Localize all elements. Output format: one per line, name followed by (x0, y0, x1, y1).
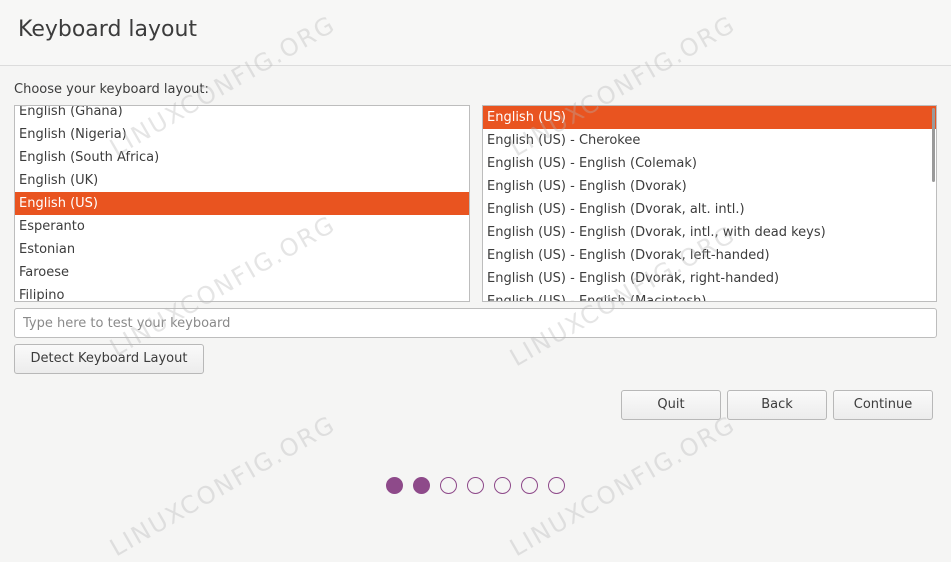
header: Keyboard layout (0, 0, 951, 66)
keyboard-variant-list[interactable]: English (US) English (US) - Cherokee Engli… (482, 105, 937, 302)
variant-list-item[interactable]: English (US) - English (Dvorak, alt. int… (483, 198, 936, 221)
watermark: LINUXCONFIG.ORG (105, 409, 341, 562)
variant-list-item[interactable]: English (US) - English (Dvorak, left-han… (483, 244, 936, 267)
keyboard-layout-list-items: English (Ghana) English (Nigeria) English … (15, 106, 469, 301)
keyboard-variant-list-items: English (US) English (US) - Cherokee Engli… (483, 106, 936, 301)
progress-dot (440, 477, 457, 494)
progress-dot (548, 477, 565, 494)
variant-list-item[interactable]: English (US) - English (Colemak) (483, 152, 936, 175)
continue-button[interactable]: Continue (833, 390, 933, 420)
layout-list-item[interactable]: English (Ghana) (15, 106, 469, 123)
progress-dot (413, 477, 430, 494)
layout-list-item[interactable]: English (South Africa) (15, 146, 469, 169)
detect-keyboard-layout-button[interactable]: Detect Keyboard Layout (14, 344, 204, 374)
variant-list-scrollbar[interactable] (932, 108, 935, 182)
layout-list-item[interactable]: English (UK) (15, 169, 469, 192)
variant-list-item[interactable]: English (US) - English (Dvorak, intl., w… (483, 221, 936, 244)
layout-prompt-label: Choose your keyboard layout: (14, 82, 209, 97)
layout-list-item[interactable]: Faroese (15, 261, 469, 284)
keyboard-layout-list[interactable]: English (Ghana) English (Nigeria) English … (14, 105, 470, 302)
progress-indicator (386, 477, 565, 494)
page-title: Keyboard layout (18, 17, 198, 42)
progress-dot (386, 477, 403, 494)
layout-list-item[interactable]: English (Nigeria) (15, 123, 469, 146)
variant-list-item[interactable]: English (US) - English (Dvorak) (483, 175, 936, 198)
variant-list-item[interactable]: English (US) - English (Macintosh) (483, 290, 936, 301)
variant-list-item[interactable]: English (US) (483, 106, 936, 129)
layout-list-item[interactable]: Filipino (15, 284, 469, 301)
layout-list-item[interactable]: Estonian (15, 238, 469, 261)
progress-dot (494, 477, 511, 494)
variant-list-item[interactable]: English (US) - Cherokee (483, 129, 936, 152)
back-button[interactable]: Back (727, 390, 827, 420)
layout-list-item[interactable]: English (US) (15, 192, 469, 215)
progress-dot (521, 477, 538, 494)
progress-dot (467, 477, 484, 494)
layout-list-item[interactable]: Esperanto (15, 215, 469, 238)
quit-button[interactable]: Quit (621, 390, 721, 420)
variant-list-item[interactable]: English (US) - English (Dvorak, right-ha… (483, 267, 936, 290)
keyboard-test-input[interactable] (14, 308, 937, 338)
